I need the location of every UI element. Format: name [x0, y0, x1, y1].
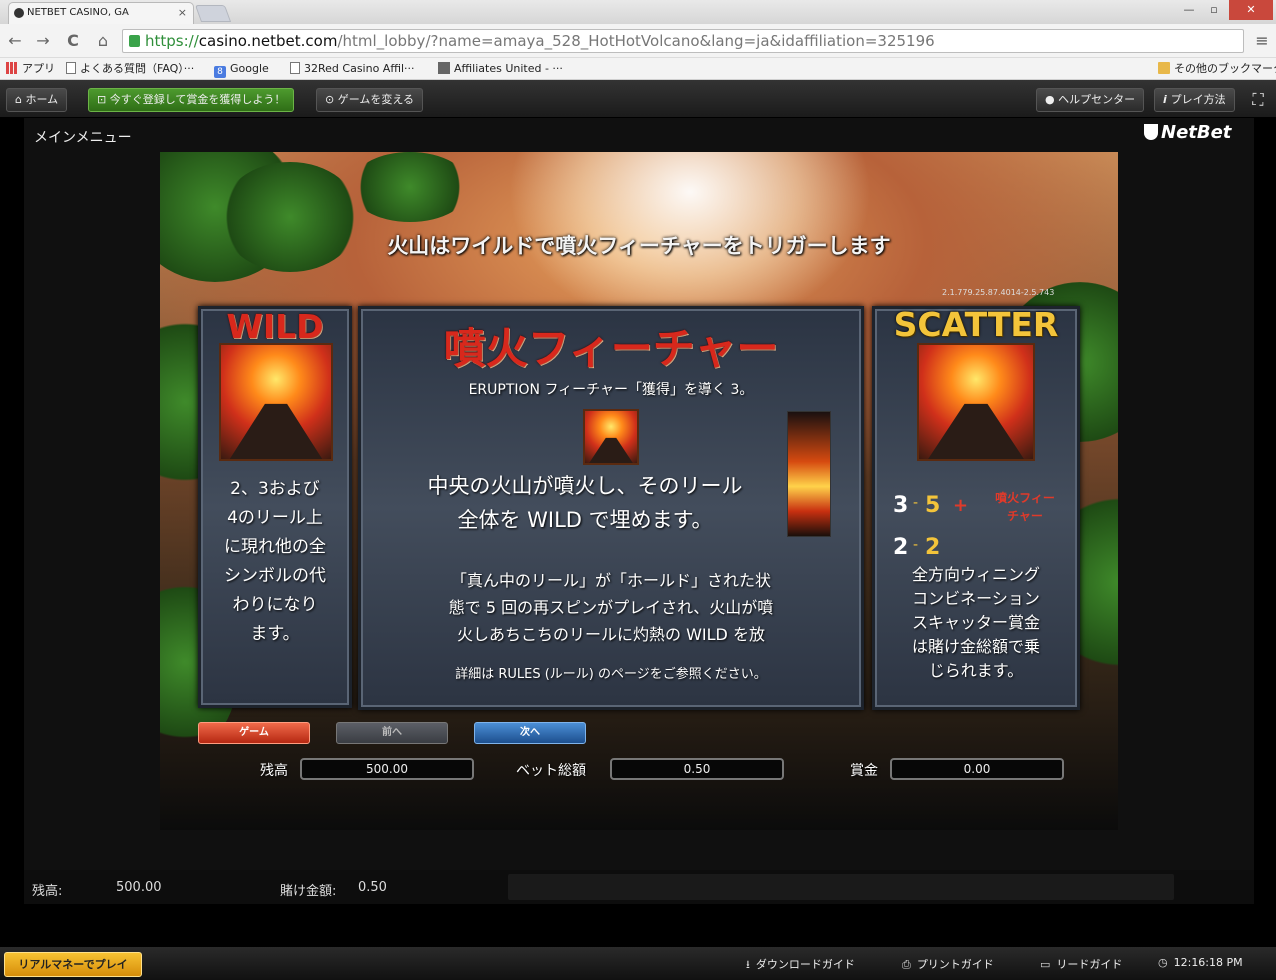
wild-title: WILD — [226, 307, 324, 346]
feature-headline: 火山はワイルドで噴火フィーチャーをトリガーします — [387, 234, 891, 258]
help-center-button[interactable]: ● ヘルプセンター — [1036, 88, 1145, 112]
bookmark-other[interactable]: その他のブックマーク — [1158, 61, 1276, 77]
total-bet-label: ベット総額 — [516, 763, 586, 779]
affiliates-icon — [438, 62, 450, 74]
win-label: 賞金 — [850, 763, 878, 779]
address-bar[interactable]: https://casino.netbet.com/html_lobby/?na… — [122, 29, 1244, 53]
book-icon: ▭ — [1040, 958, 1051, 971]
home-icon: ⌂ — [15, 93, 26, 106]
tab-title: NETBET CASINO, GA — [27, 7, 129, 18]
change-game-icon: ⊙ — [325, 93, 338, 106]
site-favicon-icon — [14, 8, 24, 18]
eruption-footnote: 詳細は RULES (ルール) のページをご参照ください。 — [455, 667, 767, 682]
window-minimize-button[interactable]: — — [1178, 0, 1200, 20]
page-icon — [290, 62, 300, 74]
page-icon — [66, 62, 76, 74]
scatter-description: 全方向ウィニング コンビネーション スキャッター賞金 は賭け金総額で乗 じられま… — [911, 565, 1040, 680]
footer-bar: リアルマネーでプレイ ⭳ ダウンロードガイド ⎙ プリントガイド ▭ リードガイド ◷… — [0, 946, 1276, 980]
site-header-bar: ⌂ ホーム ⊡ 今すぐ登録して賞金を獲得しよう！ ⊙ ゲームを変える ● ヘルプ… — [0, 80, 1276, 118]
previous-page-button[interactable]: 前へ — [336, 722, 448, 744]
volcano-small-icon — [583, 409, 639, 465]
bookmark-32red[interactable]: 32Red Casino Affil··· — [290, 61, 415, 77]
status-balance-label: 残高: — [32, 884, 63, 899]
message-area — [508, 874, 1174, 900]
back-to-game-button[interactable]: ゲーム — [198, 722, 310, 744]
clock: ◷ 12:16:18 PM — [1158, 956, 1243, 969]
version-text: 2.1.779.25.87.4014-2.5.743 — [942, 288, 1055, 297]
eruption-details: 「真ん中のリール」が「ホールド」された状 態で 5 回の再スピンがプレイされ、火… — [448, 571, 774, 644]
next-page-button[interactable]: 次へ — [474, 722, 586, 744]
register-button[interactable]: ⊡ 今すぐ登録して賞金を獲得しよう！ — [88, 88, 295, 112]
play-real-money-button[interactable]: リアルマネーでプレイ — [4, 952, 142, 977]
scatter-panel: SCATTER 3 - 5 + 噴火フィー チャー 2 - 2 全方向ウィニング… — [872, 305, 1080, 710]
status-bet-label: 賭け金額: — [280, 884, 337, 899]
url-scheme: https:// — [145, 32, 199, 50]
back-arrow-icon[interactable]: ← — [4, 30, 26, 52]
home-button[interactable]: ⌂ ホーム — [6, 88, 68, 112]
bookmarks-bar: アプリ よくある質問（FAQ）··· 8 Google 32Red Casino … — [0, 58, 1276, 80]
status-balance-value: 500.00 — [116, 880, 162, 895]
shield-icon — [1144, 124, 1158, 140]
game-container: メインメニュー NetBet 火山はワイルドで噴火フィーチャーをトリガーします … — [24, 118, 1254, 870]
eruption-title: 噴火フィーチャー — [443, 324, 779, 373]
download-icon: ⭳ — [746, 958, 750, 971]
bookmark-apps[interactable]: アプリ — [6, 61, 55, 77]
bookmark-affiliates-united[interactable]: Affiliates United - ··· — [438, 61, 563, 77]
eruption-feature-label: 噴火フィー チャー — [995, 491, 1055, 523]
scatter-payout-row-2: 2 - 2 — [893, 535, 941, 560]
netbet-logo: NetBet — [1144, 122, 1231, 143]
volcano-scatter-icon — [917, 343, 1035, 461]
volcano-wild-icon — [219, 343, 333, 461]
url-host: casino.netbet.com — [198, 32, 338, 50]
new-tab-button[interactable] — [194, 5, 232, 22]
print-icon: ⎙ — [902, 958, 911, 971]
account-status-bar: 残高: 500.00 賭け金額: 0.50 — [24, 870, 1254, 904]
chat-bubble-icon: ● — [1045, 93, 1059, 106]
browser-tab[interactable]: NETBET CASINO, GA × — [8, 2, 194, 24]
reload-icon[interactable]: C — [62, 30, 84, 52]
status-bet-value: 0.50 — [358, 880, 387, 895]
wild-panel: WILD 2、3および 4のリール上 に現れ他の全 シンボルの代 わりになり ま… — [198, 306, 352, 708]
bookmark-google[interactable]: 8 Google — [214, 61, 269, 78]
forward-arrow-icon[interactable]: → — [32, 30, 54, 52]
fullscreen-icon[interactable]: ⛶ — [1248, 90, 1268, 110]
download-guide-link[interactable]: ⭳ ダウンロードガイド — [746, 956, 855, 975]
bookmark-faq[interactable]: よくある質問（FAQ）··· — [66, 61, 194, 77]
read-guide-link[interactable]: ▭ リードガイド — [1040, 956, 1122, 972]
window-close-button[interactable]: ✕ — [1229, 0, 1273, 20]
change-game-button[interactable]: ⊙ ゲームを変える — [316, 88, 424, 112]
eruption-description: 中央の火山が噴火し、そのリール 全体を WILD で埋めます。 — [427, 474, 743, 532]
main-menu-link[interactable]: メインメニュー — [34, 127, 132, 147]
url-path: /html_lobby/?name=amaya_528_HotHotVolcan… — [337, 32, 935, 50]
scatter-title: SCATTER — [893, 305, 1059, 344]
browser-tab-bar: NETBET CASINO, GA × — ▫ ✕ — [0, 0, 1276, 24]
clock-icon: ◷ — [1158, 956, 1168, 969]
home-icon[interactable]: ⌂ — [92, 30, 114, 52]
balance-label: 残高 — [260, 763, 288, 779]
browser-menu-icon[interactable]: ≡ — [1252, 31, 1272, 51]
register-icon: ⊡ — [97, 93, 110, 106]
balance-value: 500.00 — [300, 758, 474, 780]
lock-icon — [129, 35, 140, 47]
tab-close-icon[interactable]: × — [178, 6, 187, 19]
eruption-panel: 噴火フィーチャー ERUPTION フィーチャー「獲得」を導く 3。 中央の火山… — [358, 306, 864, 710]
scatter-payout-row-1: 3 - 5 + 噴火フィー チャー — [887, 489, 1077, 529]
window-maximize-button[interactable]: ▫ — [1203, 0, 1225, 20]
wild-description: 2、3および 4のリール上 に現れ他の全 シンボルの代 わりになり ます。 — [224, 479, 326, 644]
google-icon: 8 — [214, 66, 226, 78]
eruption-subtitle: ERUPTION フィーチャー「獲得」を導く 3。 — [468, 382, 754, 398]
info-icon: i — [1163, 93, 1171, 106]
print-guide-link[interactable]: ⎙ プリントガイド — [902, 956, 994, 972]
folder-icon — [1158, 62, 1170, 74]
browser-toolbar: ← → C ⌂ https://casino.netbet.com/html_l… — [0, 24, 1276, 58]
win-value: 0.00 — [890, 758, 1064, 780]
total-bet-value: 0.50 — [610, 758, 784, 780]
game-scene: 火山はワイルドで噴火フィーチャーをトリガーします 2.1.779.25.87.4… — [160, 152, 1118, 830]
how-to-play-button[interactable]: i プレイ方法 — [1154, 88, 1235, 112]
apps-icon — [6, 62, 18, 74]
